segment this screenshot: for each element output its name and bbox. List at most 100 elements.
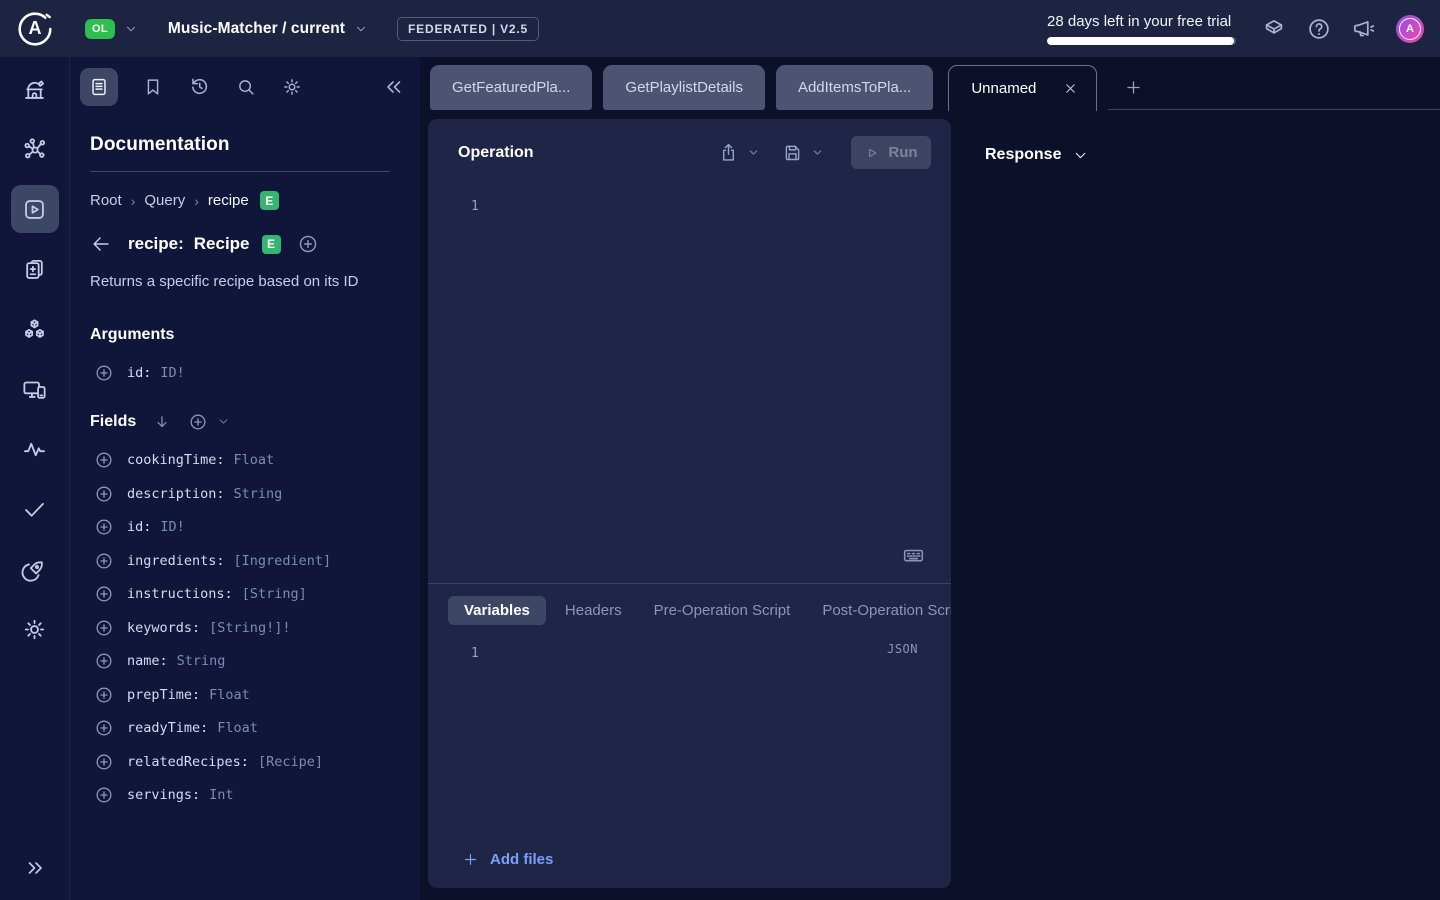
field-name[interactable]: instructions (127, 586, 233, 602)
field-name[interactable]: relatedRecipes (127, 754, 249, 770)
add-field-icon[interactable] (94, 551, 114, 571)
field-name[interactable]: servings (127, 787, 200, 803)
field-type[interactable]: [String] (242, 586, 307, 602)
field-type[interactable]: Float (217, 720, 258, 736)
tab-headers[interactable]: Headers (552, 596, 635, 625)
add-field-icon[interactable] (94, 718, 114, 738)
sidebar-item-insights[interactable] (5, 419, 65, 479)
add-field-icon[interactable] (94, 450, 114, 470)
add-field-icon[interactable] (94, 584, 114, 604)
field-name[interactable]: id (127, 519, 151, 535)
workspace: Operation (420, 110, 1440, 900)
graph-title[interactable]: Music-Matcher / current (168, 20, 345, 38)
field-row: prepTime Float (94, 678, 400, 712)
add-field-icon[interactable] (94, 517, 114, 537)
docs-tab-settings[interactable] (281, 76, 303, 98)
add-field-icon[interactable] (94, 651, 114, 671)
sidebar-item-clients[interactable] (5, 359, 65, 419)
add-field-to-operation-icon[interactable] (297, 233, 319, 255)
rocket-icon (21, 556, 48, 583)
add-field-icon[interactable] (94, 618, 114, 638)
response-chevron-down-icon[interactable] (1072, 147, 1089, 164)
field-name[interactable]: prepTime (127, 687, 200, 703)
add-field-icon[interactable] (94, 752, 114, 772)
field-type[interactable]: [Ingredient] (234, 553, 332, 569)
org-chevron-down-icon[interactable] (124, 22, 138, 36)
org-badge[interactable]: OL (85, 19, 115, 39)
apollo-logo[interactable]: A (16, 10, 54, 48)
tab-pre-operation-script[interactable]: Pre-Operation Script (641, 596, 804, 625)
field-name[interactable]: name (127, 653, 168, 669)
field-type[interactable]: String (177, 653, 226, 669)
keyboard-shortcuts-icon[interactable] (902, 544, 925, 567)
share-chevron-down-icon[interactable] (747, 146, 760, 159)
field-type[interactable]: String (234, 486, 283, 502)
add-field-icon[interactable] (94, 484, 114, 504)
breadcrumb-root[interactable]: Root (90, 192, 122, 209)
tab-getfeaturedpla[interactable]: GetFeaturedPla... (430, 65, 592, 110)
new-tab-icon[interactable] (1124, 78, 1143, 97)
graphos-kit-icon[interactable] (1261, 16, 1287, 42)
operation-editor[interactable]: 1 (428, 183, 951, 583)
field-type[interactable]: Int (209, 787, 233, 803)
breadcrumb-query[interactable]: Query (144, 192, 185, 209)
sidebar-item-schema[interactable] (5, 119, 65, 179)
field-name[interactable]: description (127, 486, 225, 502)
argument-name[interactable]: id (127, 365, 151, 381)
add-files-button[interactable]: Add files (428, 851, 951, 888)
share-icon[interactable] (718, 142, 739, 163)
field-type[interactable]: [Recipe] (258, 754, 323, 770)
field-type[interactable]: ID! (160, 519, 184, 535)
add-field-icon[interactable] (94, 685, 114, 705)
announcements-icon[interactable] (1351, 16, 1377, 42)
arguments-title: Arguments (90, 326, 400, 344)
sidebar-expand-icon[interactable] (23, 856, 47, 880)
field-name[interactable]: ingredients (127, 553, 225, 569)
argument-type[interactable]: ID! (160, 365, 184, 381)
field-name[interactable]: cookingTime (127, 452, 225, 468)
docs-tab-collections[interactable] (142, 76, 164, 98)
help-icon[interactable] (1306, 16, 1332, 42)
close-tab-icon[interactable] (1063, 81, 1078, 96)
field-type[interactable]: [String!]! (209, 620, 290, 636)
sidebar-item-checks[interactable] (5, 479, 65, 539)
sidebar-item-home[interactable] (5, 59, 65, 119)
pulse-icon (21, 436, 48, 463)
fields-title: Fields (90, 413, 136, 431)
sidebar-item-explorer[interactable] (5, 179, 65, 239)
sidebar-item-settings[interactable] (5, 599, 65, 659)
sort-descending-icon[interactable] (153, 413, 171, 431)
docs-tab-documentation[interactable] (80, 68, 118, 106)
add-argument-icon[interactable] (94, 363, 114, 383)
docs-tab-history[interactable] (188, 75, 211, 98)
field-row: relatedRecipes [Recipe] (94, 745, 400, 779)
back-arrow-icon[interactable] (90, 233, 112, 255)
tab-getplaylistdetails[interactable]: GetPlaylistDetails (603, 65, 765, 110)
save-icon[interactable] (782, 142, 803, 163)
tab-post-operation-script[interactable]: Post-Operation Script (809, 596, 951, 625)
field-heading-type[interactable]: Recipe (194, 234, 250, 254)
breadcrumb-recipe[interactable]: recipe (208, 192, 249, 209)
field-type[interactable]: Float (209, 687, 250, 703)
tab-additemstopla[interactable]: AddItemsToPla... (776, 65, 933, 110)
docs-collapse-icon[interactable] (382, 75, 406, 99)
field-name[interactable]: readyTime (127, 720, 208, 736)
tab-variables[interactable]: Variables (448, 596, 546, 625)
add-field-icon[interactable] (94, 785, 114, 805)
tab-unnamed-active[interactable]: Unnamed (948, 65, 1097, 111)
field-type[interactable]: Float (234, 452, 275, 468)
user-avatar[interactable]: A (1396, 15, 1424, 43)
sidebar-item-operations[interactable] (5, 239, 65, 299)
add-fields-chevron-icon[interactable] (217, 415, 230, 428)
sidebar-item-subgraphs[interactable] (5, 299, 65, 359)
docs-tab-search[interactable] (235, 76, 257, 98)
save-chevron-down-icon[interactable] (811, 146, 824, 159)
field-name[interactable]: keywords (127, 620, 200, 636)
graph-chevron-down-icon[interactable] (354, 22, 368, 36)
variables-editor[interactable]: 1 JSON (428, 625, 951, 851)
sidebar-item-launches[interactable] (5, 539, 65, 599)
run-button[interactable]: Run (851, 136, 931, 169)
add-all-fields-icon[interactable] (188, 412, 208, 432)
observatory-icon (21, 76, 48, 103)
devices-icon (21, 376, 48, 403)
